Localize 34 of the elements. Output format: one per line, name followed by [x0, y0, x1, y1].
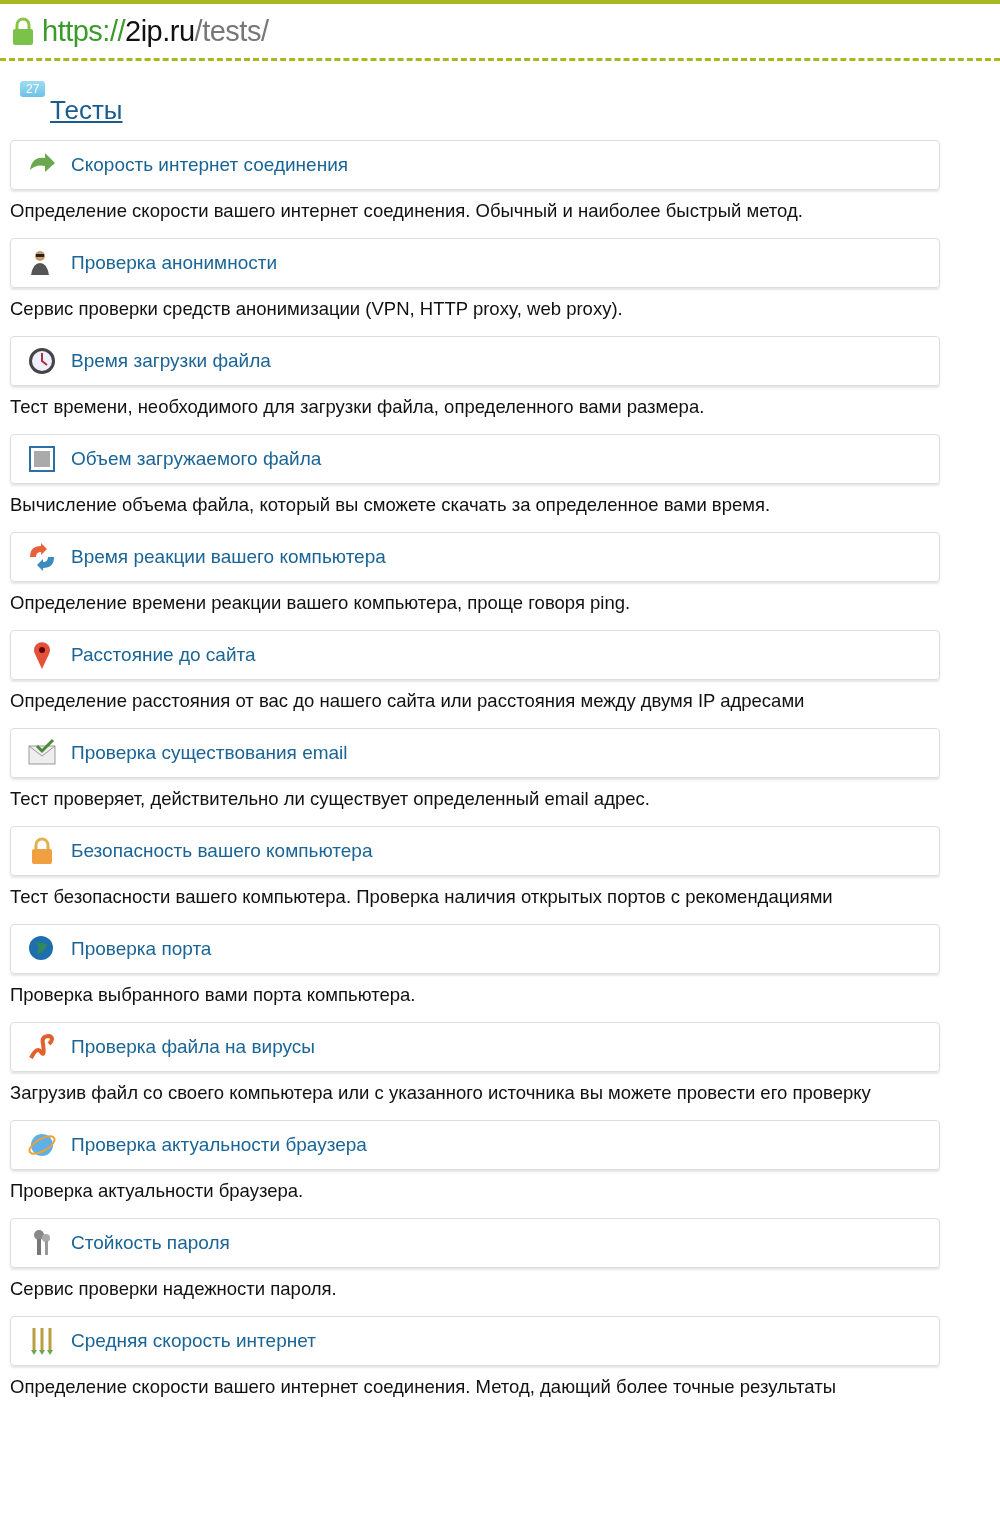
test-description: Проверка выбранного вами порта компьютера. — [10, 984, 417, 1006]
test-description: Определение расстояния от вас до нашего сайта или расстояния между двумя IP адресами — [10, 690, 806, 712]
test-link[interactable]: Время реакции вашего компьютера — [10, 532, 940, 582]
test-link[interactable]: Проверка актуальности браузера — [10, 1120, 940, 1170]
test-link[interactable]: Проверка порта — [10, 924, 940, 974]
test-description: Вычисление объема файла, который вы сможете скачать за определенное вами время. — [10, 494, 772, 516]
refresh-arrows-icon — [27, 542, 57, 572]
test-link[interactable]: Проверка существования email — [10, 728, 940, 778]
test-description: Загрузив файл со своего компьютера или с указанного источника вы можете провести его проверку — [10, 1082, 872, 1104]
page-title-link[interactable]: Тесты — [50, 95, 123, 126]
test-link[interactable]: Время загрузки файла — [10, 336, 940, 386]
test-description: Сервис проверки надежности пароля. — [10, 1278, 338, 1300]
test-description: Тест безопасности вашего компьютера. Проверка наличия открытых портов с рекомендациями — [10, 886, 834, 908]
test-description: Тест времени, необходимого для загрузки файла, определенного вами размера. — [10, 396, 706, 418]
url-field[interactable]: https://2ip.ru/tests/ — [42, 14, 269, 48]
test-link[interactable]: Стойкость пароля — [10, 1218, 940, 1268]
test-description: Определение скорости вашего интернет соединения. Метод, дающий более точные результаты — [10, 1376, 837, 1398]
test-link[interactable]: Безопасность вашего компьютера — [10, 826, 940, 876]
test-link[interactable]: Средняя скорость интернет — [10, 1316, 940, 1366]
clock-icon — [27, 346, 57, 376]
frame-icon — [27, 444, 57, 474]
test-description: Сервис проверки средств анонимизации (VPN, HTTP proxy, web proxy). — [10, 298, 624, 320]
test-description: Определение скорости вашего интернет соединения. Обычный и наиболее быстрый метод. — [10, 200, 804, 222]
test-link[interactable]: Проверка файла на вирусы — [10, 1022, 940, 1072]
test-link[interactable]: Объем загружаемого файла — [10, 434, 940, 484]
envelope-check-icon — [27, 738, 57, 768]
test-link[interactable]: Расстояние до сайта — [10, 630, 940, 680]
count-badge: 27 — [20, 81, 46, 97]
test-description: Определение времени реакции вашего компьютера, проще говоря ping. — [10, 592, 632, 614]
worm-icon — [27, 1032, 57, 1062]
test-link[interactable]: Проверка анонимности — [10, 238, 940, 288]
test-link[interactable]: Скорость интернет соединения — [10, 140, 940, 190]
test-description: Тест проверяет, действительно ли существует определенный email адрес. — [10, 788, 651, 810]
test-description: Проверка актуальности браузера. — [10, 1180, 305, 1202]
